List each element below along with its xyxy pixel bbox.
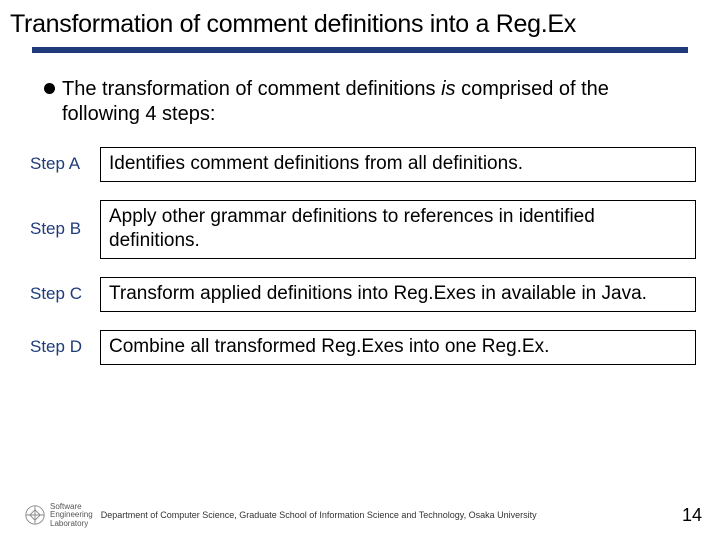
- step-box-b: Apply other grammar definitions to refer…: [100, 200, 696, 259]
- bullet-icon: [44, 83, 55, 94]
- step-box-a: Identifies comment definitions from all …: [100, 147, 696, 182]
- intro-pre: The transformation of comment definition…: [62, 78, 441, 100]
- step-box-c: Transform applied definitions into Reg.E…: [100, 277, 696, 312]
- lab-logo-icon: [24, 504, 46, 526]
- title-rule: [32, 47, 688, 53]
- intro-italic: is: [441, 78, 455, 100]
- step-row: Step B Apply other grammar definitions t…: [24, 200, 696, 259]
- step-row: Step C Transform applied definitions int…: [24, 277, 696, 312]
- page-number: 14: [682, 505, 702, 526]
- step-row: Step D Combine all transformed Reg.Exes …: [24, 330, 696, 365]
- lab-name: Software Engineering Laboratory: [50, 503, 93, 528]
- lab-line3: Laboratory: [50, 520, 93, 528]
- footer-dept: Department of Computer Science, Graduate…: [101, 510, 682, 520]
- step-label-b: Step B: [24, 200, 100, 259]
- slide-title: Transformation of comment definitions in…: [0, 0, 720, 45]
- step-label-c: Step C: [24, 277, 100, 312]
- step-box-d: Combine all transformed Reg.Exes into on…: [100, 330, 696, 365]
- step-row: Step A Identifies comment definitions fr…: [24, 147, 696, 182]
- intro-text: The transformation of comment definition…: [62, 77, 676, 127]
- intro-block: The transformation of comment definition…: [44, 77, 676, 127]
- step-label-d: Step D: [24, 330, 100, 365]
- steps-container: Step A Identifies comment definitions fr…: [24, 147, 696, 365]
- footer: Software Engineering Laboratory Departme…: [0, 503, 720, 528]
- step-label-a: Step A: [24, 147, 100, 182]
